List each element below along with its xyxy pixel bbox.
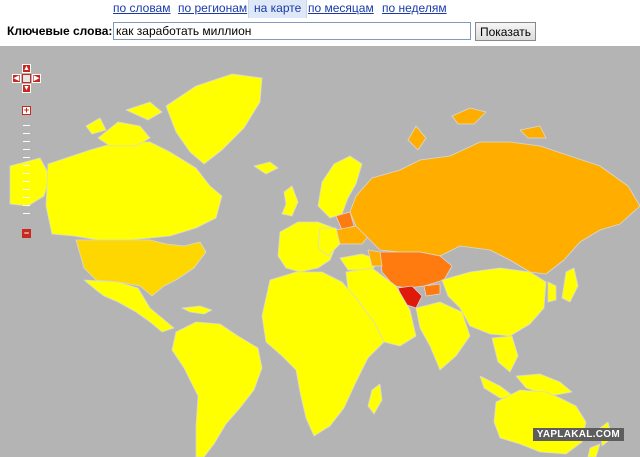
watermark-logo: YAPLAKAL.COM [532,428,624,441]
tab-by-months[interactable]: по месяцам [308,1,374,17]
tab-on-map[interactable]: на карте [248,0,308,18]
region-australia [493,389,587,455]
pan-right-button[interactable]: ▶ [32,74,41,83]
show-button[interactable]: Показать [475,22,536,41]
region-canada-islands [85,101,163,147]
region-southeast-asia [479,335,573,399]
zoom-in-button[interactable]: + [22,106,31,115]
map-canvas[interactable] [0,46,640,457]
search-bar: Ключевые слова: Показать [0,18,640,46]
keywords-input[interactable] [113,22,471,40]
region-south-america [171,321,263,457]
pan-left-button[interactable]: ◀ [12,74,21,83]
region-iceland [253,161,279,175]
tab-by-regions[interactable]: по регионам [178,1,247,17]
pan-center-button[interactable] [22,74,31,83]
pan-down-button[interactable]: ▼ [22,84,31,93]
region-kyrgyzstan [423,283,441,297]
keywords-label: Ключевые слова: [7,24,113,38]
pan-up-button[interactable]: ▲ [22,64,31,73]
world-map[interactable]: ▲ ◀ ▶ ▼ + − YAPLAKAL.COM [0,46,640,457]
region-greenland [165,73,263,165]
region-uk [281,185,299,217]
zoom-out-button[interactable]: − [22,229,31,238]
region-korea-japan [547,267,579,303]
tab-bar: по словам по регионам на карте по месяца… [0,0,640,18]
region-caribbean [181,305,213,315]
region-madagascar [367,383,383,415]
tab-by-weeks[interactable]: по неделям [382,1,447,17]
zoom-slider[interactable] [22,119,31,224]
tab-by-words[interactable]: по словам [113,1,170,17]
